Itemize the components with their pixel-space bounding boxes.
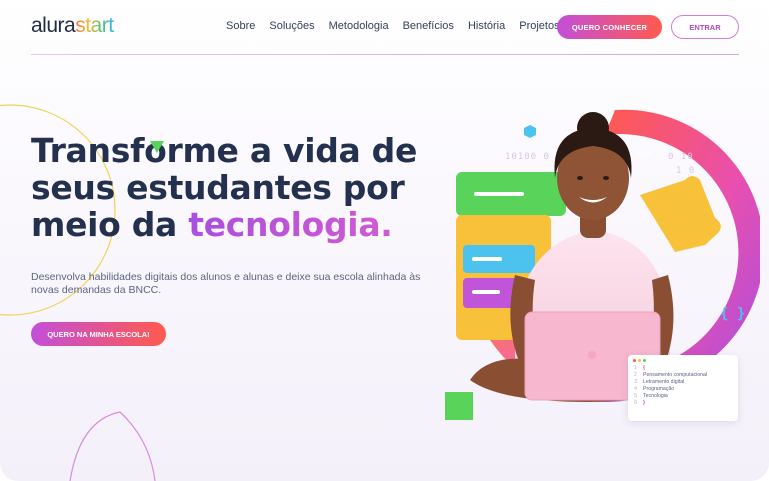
code-brackets-icon: </> xyxy=(636,150,653,160)
code-snippet-card: 1 { 2 Pensamento computacional 3 Letramento… xyxy=(628,355,738,421)
code-line-2: Letramento digital xyxy=(643,379,685,385)
curly-braces-icon: { } xyxy=(720,306,746,322)
alura-start-logo[interactable]: alura start xyxy=(31,14,114,40)
code-line-4: Tecnologia xyxy=(643,393,668,399)
logo-text-start: start xyxy=(75,14,114,37)
hero-title-highlight: tecnologia. xyxy=(188,205,393,244)
nav-solucoes[interactable]: Soluções xyxy=(269,20,314,32)
nav-historia[interactable]: História xyxy=(468,20,505,32)
nav-sobre[interactable]: Sobre xyxy=(226,20,255,32)
quero-conhecer-button[interactable]: QUERO CONHECER xyxy=(557,15,662,39)
hero-description: Desenvolva habilidades digitais dos alun… xyxy=(31,271,421,296)
code-line-3: Programação xyxy=(643,386,675,392)
line-number: 2 xyxy=(634,372,637,378)
main-nav: Sobre Soluções Metodologia Benefícios Hi… xyxy=(226,20,560,32)
quero-na-minha-escola-button[interactable]: QUERO NA MINHA ESCOLA! xyxy=(31,322,166,346)
line-number: 5 xyxy=(634,393,637,399)
code-open-brace: { xyxy=(643,365,646,371)
landing-page: alura start Sobre Soluções Metodologia Be… xyxy=(0,0,769,481)
hero-title-line-3: meio da xyxy=(31,205,189,244)
hero-title: Transforme a vida de seus estudantes por… xyxy=(31,132,431,243)
entrar-button[interactable]: ENTRAR xyxy=(671,15,739,39)
line-number: 3 xyxy=(634,379,637,385)
hero-title-line-1: Transforme a vida de xyxy=(31,131,418,170)
header-divider xyxy=(31,54,739,55)
nav-projetos[interactable]: Projetos xyxy=(519,20,559,32)
logo-text-alura: alura xyxy=(31,14,76,37)
nav-metodologia[interactable]: Metodologia xyxy=(329,20,389,32)
line-number: 4 xyxy=(634,386,637,392)
binary-text-top: 10100 0 xyxy=(505,152,550,162)
line-number: 6 xyxy=(634,400,637,406)
binary-text-right: 0 10 xyxy=(668,152,694,162)
nav-beneficios[interactable]: Benefícios xyxy=(403,20,454,32)
code-close-brace: } xyxy=(643,400,646,406)
green-triangle-accent xyxy=(150,141,164,153)
window-dots xyxy=(633,359,733,362)
hero-title-line-2: seus estudantes por xyxy=(31,168,405,207)
binary-text-right-2: 1 0 xyxy=(676,166,696,176)
code-line-1: Pensamento computacional xyxy=(643,372,708,378)
line-number: 1 xyxy=(634,365,637,371)
